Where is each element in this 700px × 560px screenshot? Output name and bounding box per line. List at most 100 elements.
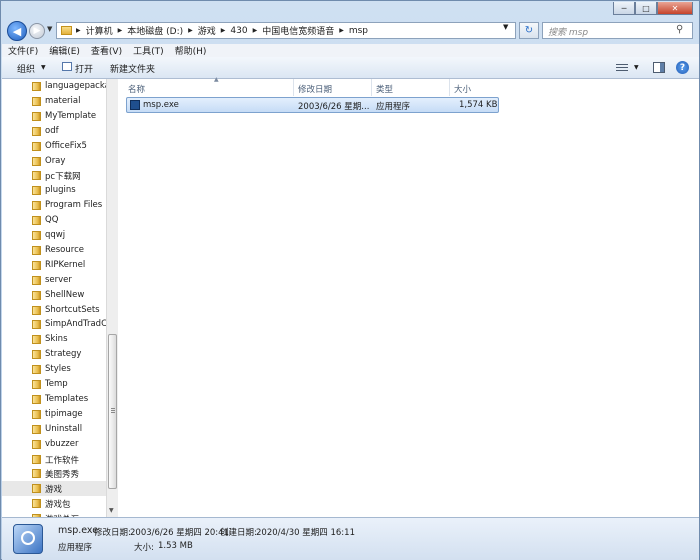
nav-folder-item[interactable]: Temp — [2, 377, 106, 392]
nav-folder-item[interactable]: Uninstall — [2, 422, 106, 437]
breadcrumb-telecom-voice[interactable]: 中国电信宽频语音 — [262, 24, 334, 37]
breadcrumb-drive-d[interactable]: 本地磁盘 (D:) — [127, 24, 183, 37]
column-header-name[interactable]: ▲ 名称 — [128, 76, 294, 97]
nav-folder-item[interactable]: Templates — [2, 392, 106, 407]
nav-folder-label: pc下载网 — [45, 172, 81, 183]
view-chevron-down-icon[interactable]: ▼ — [634, 64, 639, 71]
breadcrumb-430[interactable]: 430 — [230, 26, 247, 36]
nav-folder-item[interactable]: 美图秀秀 — [2, 466, 106, 481]
nav-folder-item[interactable]: QQ — [2, 213, 106, 228]
chevron-right-icon[interactable]: ▶ — [118, 27, 123, 34]
chevron-right-icon[interactable]: ▶ — [188, 27, 193, 34]
nav-folder-label: Styles — [45, 364, 71, 375]
view-list-icon[interactable] — [616, 62, 628, 72]
folder-icon — [32, 290, 41, 300]
chevron-right-icon[interactable]: ▶ — [221, 27, 226, 34]
breadcrumb-msp[interactable]: msp — [349, 26, 368, 36]
nav-folder-item[interactable]: odf — [2, 124, 106, 139]
nav-folder-item[interactable]: 游戏包 — [2, 496, 106, 511]
nav-folder-item[interactable]: vbuzzer — [2, 437, 106, 452]
nav-folder-item[interactable]: ShellNew — [2, 288, 106, 303]
breadcrumb-games[interactable]: 游戏 — [198, 24, 216, 37]
folder-icon — [32, 245, 41, 255]
nav-folder-item[interactable]: tipimage — [2, 407, 106, 422]
chevron-right-icon[interactable]: ▶ — [253, 27, 258, 34]
navigation-scrollbar[interactable]: ▼ — [106, 79, 118, 517]
maximize-icon[interactable]: □ — [635, 2, 657, 15]
search-icon[interactable]: ⚲ — [676, 24, 683, 35]
search-input[interactable]: 搜索 msp — [542, 22, 693, 39]
menu-tools[interactable]: 工具(T) — [133, 44, 164, 57]
sort-up-icon: ▲ — [214, 76, 219, 83]
nav-folder-item[interactable]: 游戏 — [2, 481, 106, 497]
column-divider[interactable] — [449, 79, 450, 96]
column-header-type[interactable]: 类型 — [376, 79, 450, 97]
nav-folder-item[interactable]: ShortcutSets — [2, 303, 106, 318]
nav-folder-item[interactable]: qqwj — [2, 228, 106, 243]
nav-folder-item[interactable]: Resource — [2, 243, 106, 258]
file-list: ▲ 名称 修改日期 类型 大小 msp.exe 2003/6/26 星期... … — [120, 76, 699, 517]
nav-folder-item[interactable]: SimpAndTradCo — [2, 317, 106, 332]
nav-folder-item[interactable]: plugins — [2, 183, 106, 198]
folder-icon — [32, 260, 41, 270]
nav-folder-item[interactable]: Skins — [2, 332, 106, 347]
file-name: msp.exe — [143, 100, 179, 110]
close-icon[interactable]: ✕ — [657, 2, 693, 15]
folder-icon — [32, 231, 41, 240]
organize-button[interactable]: 组织 — [17, 62, 35, 75]
minimize-icon[interactable]: ─ — [613, 2, 635, 15]
nav-folder-label: 工作软件 — [45, 455, 80, 466]
nav-folder-item[interactable]: Program Files — [2, 198, 106, 213]
nav-folder-item[interactable]: Strategy — [2, 347, 106, 362]
column-divider[interactable] — [371, 79, 372, 96]
nav-folder-item[interactable]: pc下载网 — [2, 168, 106, 183]
open-button[interactable]: 打开 — [75, 62, 93, 75]
nav-folder-label: Oray — [45, 155, 66, 166]
menu-help[interactable]: 帮助(H) — [175, 44, 207, 57]
status-modified-label: 修改日期: — [94, 528, 131, 538]
arrow-right-icon: ▶ — [33, 26, 41, 36]
preview-pane-icon[interactable] — [653, 62, 665, 73]
nav-folder-item[interactable]: server — [2, 273, 106, 288]
recent-pages-chevron-down-icon[interactable]: ▼ — [47, 25, 52, 33]
help-icon[interactable]: ? — [676, 61, 689, 74]
chevron-right-icon[interactable]: ▶ — [339, 27, 344, 34]
nav-folder-label: Resource — [45, 244, 84, 255]
folder-icon — [32, 469, 41, 479]
nav-folder-item[interactable]: Styles — [2, 362, 106, 377]
back-button[interactable]: ◀ — [7, 21, 27, 41]
nav-folder-label: qqwj — [45, 230, 66, 240]
refresh-button[interactable]: ↻ — [519, 22, 539, 39]
nav-folder-label: OfficeFix5 — [45, 140, 87, 151]
column-header-size[interactable]: 大小 — [454, 79, 500, 97]
column-divider[interactable] — [293, 79, 294, 96]
folder-icon — [32, 171, 41, 181]
menu-file[interactable]: 文件(F) — [8, 44, 38, 57]
folder-icon — [32, 275, 41, 285]
chevron-right-icon[interactable]: ▶ — [76, 27, 81, 34]
nav-folder-item[interactable]: MyTemplate — [2, 109, 106, 124]
address-chevron-down-icon[interactable]: ▼ — [503, 23, 508, 31]
scrollbar-thumb[interactable] — [108, 334, 117, 489]
nav-folder-item[interactable]: Oray — [2, 154, 106, 169]
folder-icon — [32, 111, 41, 121]
column-header-date[interactable]: 修改日期 — [298, 79, 372, 97]
nav-folder-label: SimpAndTradCo — [45, 319, 106, 330]
menu-edit[interactable]: 编辑(E) — [49, 44, 80, 57]
breadcrumb-computer[interactable]: 计算机 — [86, 24, 113, 37]
organize-chevron-down-icon[interactable]: ▼ — [41, 64, 46, 71]
menu-view[interactable]: 查看(V) — [91, 44, 122, 57]
nav-folder-item[interactable]: OfficeFix5 — [2, 139, 106, 154]
scroll-down-arrow-icon[interactable]: ▼ — [109, 507, 114, 514]
file-row-selected[interactable]: msp.exe 2003/6/26 星期... 应用程序 1,574 KB — [126, 97, 499, 113]
address-bar[interactable]: ▶ 计算机 ▶ 本地磁盘 (D:) ▶ 游戏 ▶ 430 ▶ 中国电信宽频语音 … — [56, 22, 516, 39]
new-folder-button[interactable]: 新建文件夹 — [110, 62, 155, 75]
nav-folder-item[interactable]: languagepacka — [2, 79, 106, 94]
nav-folder-item[interactable]: RIPKernel — [2, 258, 106, 273]
column-label: 名称 — [128, 85, 146, 95]
nav-folder-label: server — [45, 274, 72, 285]
caption-buttons: ─ □ ✕ — [613, 2, 693, 15]
nav-folder-item[interactable]: material — [2, 94, 106, 109]
nav-folder-item[interactable]: 工作软件 — [2, 452, 106, 467]
forward-button[interactable]: ▶ — [29, 23, 45, 39]
